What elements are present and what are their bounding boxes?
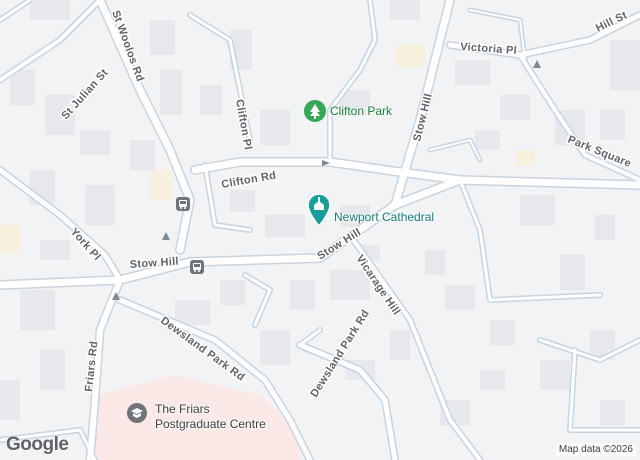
land-patch xyxy=(395,45,425,67)
poi-label-friars-line2: Postgraduate Centre xyxy=(155,417,266,431)
road-label-stow-hill-north: Stow Hill xyxy=(411,92,435,143)
land-patch xyxy=(515,150,535,166)
bus-stop-icon[interactable] xyxy=(176,197,190,211)
poi-label-cathedral[interactable]: Newport Cathedral xyxy=(334,210,434,224)
land-patch xyxy=(0,225,20,253)
land-patch xyxy=(150,170,172,200)
road-label-dewsland-park-rd-west: Dewsland Park Rd xyxy=(158,315,247,384)
map-attribution[interactable]: Map data ©2026 xyxy=(555,443,636,456)
google-logo-text: Google xyxy=(6,434,69,455)
map-base: St Woolos Rd St Julian St Clifton Pl Cli… xyxy=(0,0,640,460)
poi-label-friars-line1: The Friars xyxy=(155,402,210,416)
road-label-clifton-rd: Clifton Rd xyxy=(220,169,277,190)
church-icon[interactable] xyxy=(306,193,332,227)
poi-label-friars[interactable]: The Friars Postgraduate Centre xyxy=(155,402,266,432)
road-label-clifton-pl: Clifton Pl xyxy=(233,98,254,151)
tree-icon[interactable] xyxy=(304,100,326,122)
bus-stop-icon[interactable] xyxy=(190,260,204,274)
poi-label-clifton-park[interactable]: Clifton Park xyxy=(330,104,392,118)
google-logo[interactable]: Google xyxy=(6,434,69,456)
map-canvas[interactable]: St Woolos Rd St Julian St Clifton Pl Cli… xyxy=(0,0,640,460)
school-icon[interactable] xyxy=(127,403,147,423)
road-label-st-julian: St Julian St xyxy=(59,67,110,122)
road-label-victoria-pl: Victoria Pl xyxy=(460,41,518,57)
